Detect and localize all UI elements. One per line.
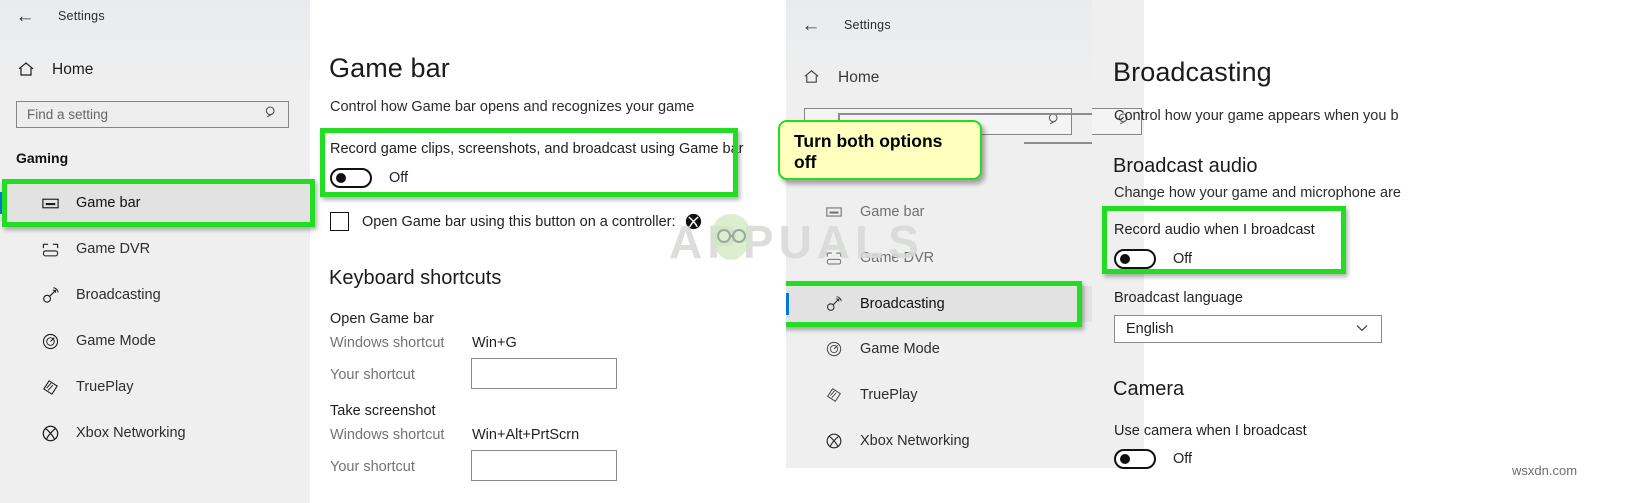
panel1-titlebar: ← Settings: [14, 4, 274, 28]
trueplay-icon: [822, 383, 846, 407]
shortcut-screenshot-name: Take screenshot: [330, 403, 436, 419]
sidebar-item-game-bar[interactable]: Game bar: [0, 184, 310, 222]
sidebar-item-game-bar-label: Game bar: [76, 195, 141, 211]
sidebar-item-broadcasting-label: Broadcasting: [76, 287, 161, 303]
sidebar-item-trueplay[interactable]: TruePlay: [0, 370, 310, 404]
back-arrow-icon[interactable]: ←: [800, 16, 822, 35]
page-subtitle: Control how your game appears when you b: [1114, 108, 1399, 124]
home-icon: [802, 67, 824, 89]
sidebar-item-broadcasting[interactable]: Broadcasting: [786, 286, 1092, 322]
controller-checkbox-label: Open Game bar using this button on a con…: [362, 213, 676, 230]
broadcasting-icon: [38, 283, 62, 307]
toggle-switch-off[interactable]: [330, 168, 372, 188]
sidebar-item-trueplay[interactable]: TruePlay: [786, 379, 1092, 411]
shortcut-screenshot-windows-value: Win+Alt+PrtScrn: [472, 427, 580, 443]
search-icon: [264, 105, 288, 125]
page-title: Broadcasting: [1113, 57, 1272, 87]
sidebar-item-home[interactable]: Home: [16, 57, 256, 83]
toggle-switch-off[interactable]: [1114, 449, 1156, 469]
settings-window-gamebar: ← Settings Home Find a setting Gaming Ga…: [0, 0, 760, 503]
screenshot-stage: ← Settings Home Find a setting Gaming Ga…: [0, 0, 1640, 503]
search-input[interactable]: Find a setting: [16, 101, 289, 128]
game-mode-icon: [38, 329, 62, 353]
callout-line-1: Turn both options: [794, 131, 943, 151]
toggle-knob: [1120, 254, 1130, 264]
sidebar-item-xbox-networking-label: Xbox Networking: [76, 425, 186, 441]
callout-line-2: off: [794, 151, 817, 172]
selection-indicator: [786, 293, 789, 315]
settings-window-broadcasting-content: Broadcasting Control how your game appea…: [1092, 0, 1640, 503]
window-title: Settings: [844, 18, 891, 32]
selection-indicator: [0, 192, 3, 214]
game-dvr-icon: [38, 237, 62, 261]
appuals-logo-icon: [700, 208, 762, 275]
broadcasting-icon: [822, 292, 846, 316]
shortcut-screenshot-windows-label: Windows shortcut: [330, 427, 445, 443]
page-title: Game bar: [329, 53, 450, 83]
sidebar-item-xbox-networking-label: Xbox Networking: [860, 433, 970, 449]
sidebar-item-trueplay-label: TruePlay: [76, 379, 134, 395]
broadcast-language-label: Broadcast language: [1114, 290, 1243, 306]
wsxdn-watermark: wsxdn.com: [1512, 463, 1578, 478]
sidebar-item-game-dvr-label: Game DVR: [76, 241, 151, 257]
shortcut-screenshot-your-label: Your shortcut: [330, 459, 415, 475]
broadcast-audio-subtitle: Change how your game and microphone are: [1114, 185, 1401, 201]
sidebar-item-home-label: Home: [838, 69, 880, 86]
keyboard-shortcuts-heading: Keyboard shortcuts: [329, 267, 502, 289]
toggle-knob: [1120, 454, 1130, 464]
shortcut-open-gamebar-input[interactable]: [471, 358, 617, 389]
record-gamebar-label: Record game clips, screenshots, and broa…: [330, 141, 744, 157]
panel2-titlebar: ← Settings: [800, 14, 1040, 36]
trueplay-icon: [38, 375, 62, 399]
sidebar-item-xbox-networking[interactable]: Xbox Networking: [0, 416, 310, 450]
record-gamebar-toggle-state: Off: [389, 170, 409, 186]
shortcut-open-gamebar-windows-label: Windows shortcut: [330, 335, 445, 351]
shortcut-open-gamebar-name: Open Game bar: [330, 311, 434, 327]
xbox-networking-icon: [822, 429, 846, 453]
sidebar-item-game-mode-label: Game Mode: [860, 341, 940, 357]
record-audio-toggle[interactable]: Off: [1114, 249, 1192, 269]
broadcast-language-value: English: [1126, 321, 1174, 337]
back-arrow-icon[interactable]: ←: [14, 7, 36, 26]
toggle-switch-off[interactable]: [1114, 249, 1156, 269]
broadcast-language-select[interactable]: English: [1114, 315, 1382, 343]
sidebar-group-heading: Gaming: [16, 150, 69, 166]
sidebar-item-game-mode[interactable]: Game Mode: [786, 333, 1092, 365]
game-mode-icon: [822, 337, 846, 361]
game-bar-icon: [38, 191, 62, 215]
sidebar-item-trueplay-label: TruePlay: [860, 387, 918, 403]
shortcut-open-gamebar-windows-value: Win+G: [472, 335, 517, 351]
chevron-down-icon: [1355, 320, 1381, 338]
broadcast-audio-heading: Broadcast audio: [1113, 155, 1258, 177]
shortcut-open-gamebar-your-label: Your shortcut: [330, 367, 415, 383]
use-camera-toggle-state: Off: [1173, 451, 1193, 467]
home-icon: [16, 59, 38, 81]
sidebar-item-game-dvr[interactable]: Game DVR: [0, 232, 310, 266]
toggle-knob: [336, 173, 346, 183]
callout-leader-line-top: [838, 113, 1094, 115]
xbox-networking-icon: [38, 421, 62, 445]
shortcut-screenshot-input[interactable]: [471, 450, 617, 481]
record-audio-toggle-state: Off: [1173, 251, 1193, 267]
use-camera-label: Use camera when I broadcast: [1114, 423, 1307, 439]
search-icon: [1047, 112, 1071, 132]
sidebar-item-home-label: Home: [52, 61, 94, 78]
window-title: Settings: [58, 9, 105, 23]
controller-checkbox-row[interactable]: Open Game bar using this button on a con…: [330, 212, 702, 231]
search-placeholder: Find a setting: [27, 107, 109, 122]
controller-checkbox[interactable]: [330, 212, 349, 231]
record-audio-label: Record audio when I broadcast: [1114, 222, 1315, 238]
sidebar-item-xbox-networking[interactable]: Xbox Networking: [786, 425, 1092, 457]
page-subtitle: Control how Game bar opens and recognize…: [330, 99, 695, 115]
sidebar-item-broadcasting[interactable]: Broadcasting: [0, 278, 310, 312]
use-camera-toggle[interactable]: Off: [1114, 449, 1192, 469]
camera-heading: Camera: [1113, 378, 1185, 400]
record-gamebar-toggle[interactable]: Off: [330, 168, 408, 188]
callout-turn-both-options-off: Turn both options off: [778, 120, 982, 180]
sidebar-item-game-mode[interactable]: Game Mode: [0, 324, 310, 358]
sidebar-item-game-mode-label: Game Mode: [76, 333, 156, 349]
sidebar-item-broadcasting-label: Broadcasting: [860, 296, 945, 312]
sidebar-item-home[interactable]: Home: [802, 65, 1002, 91]
